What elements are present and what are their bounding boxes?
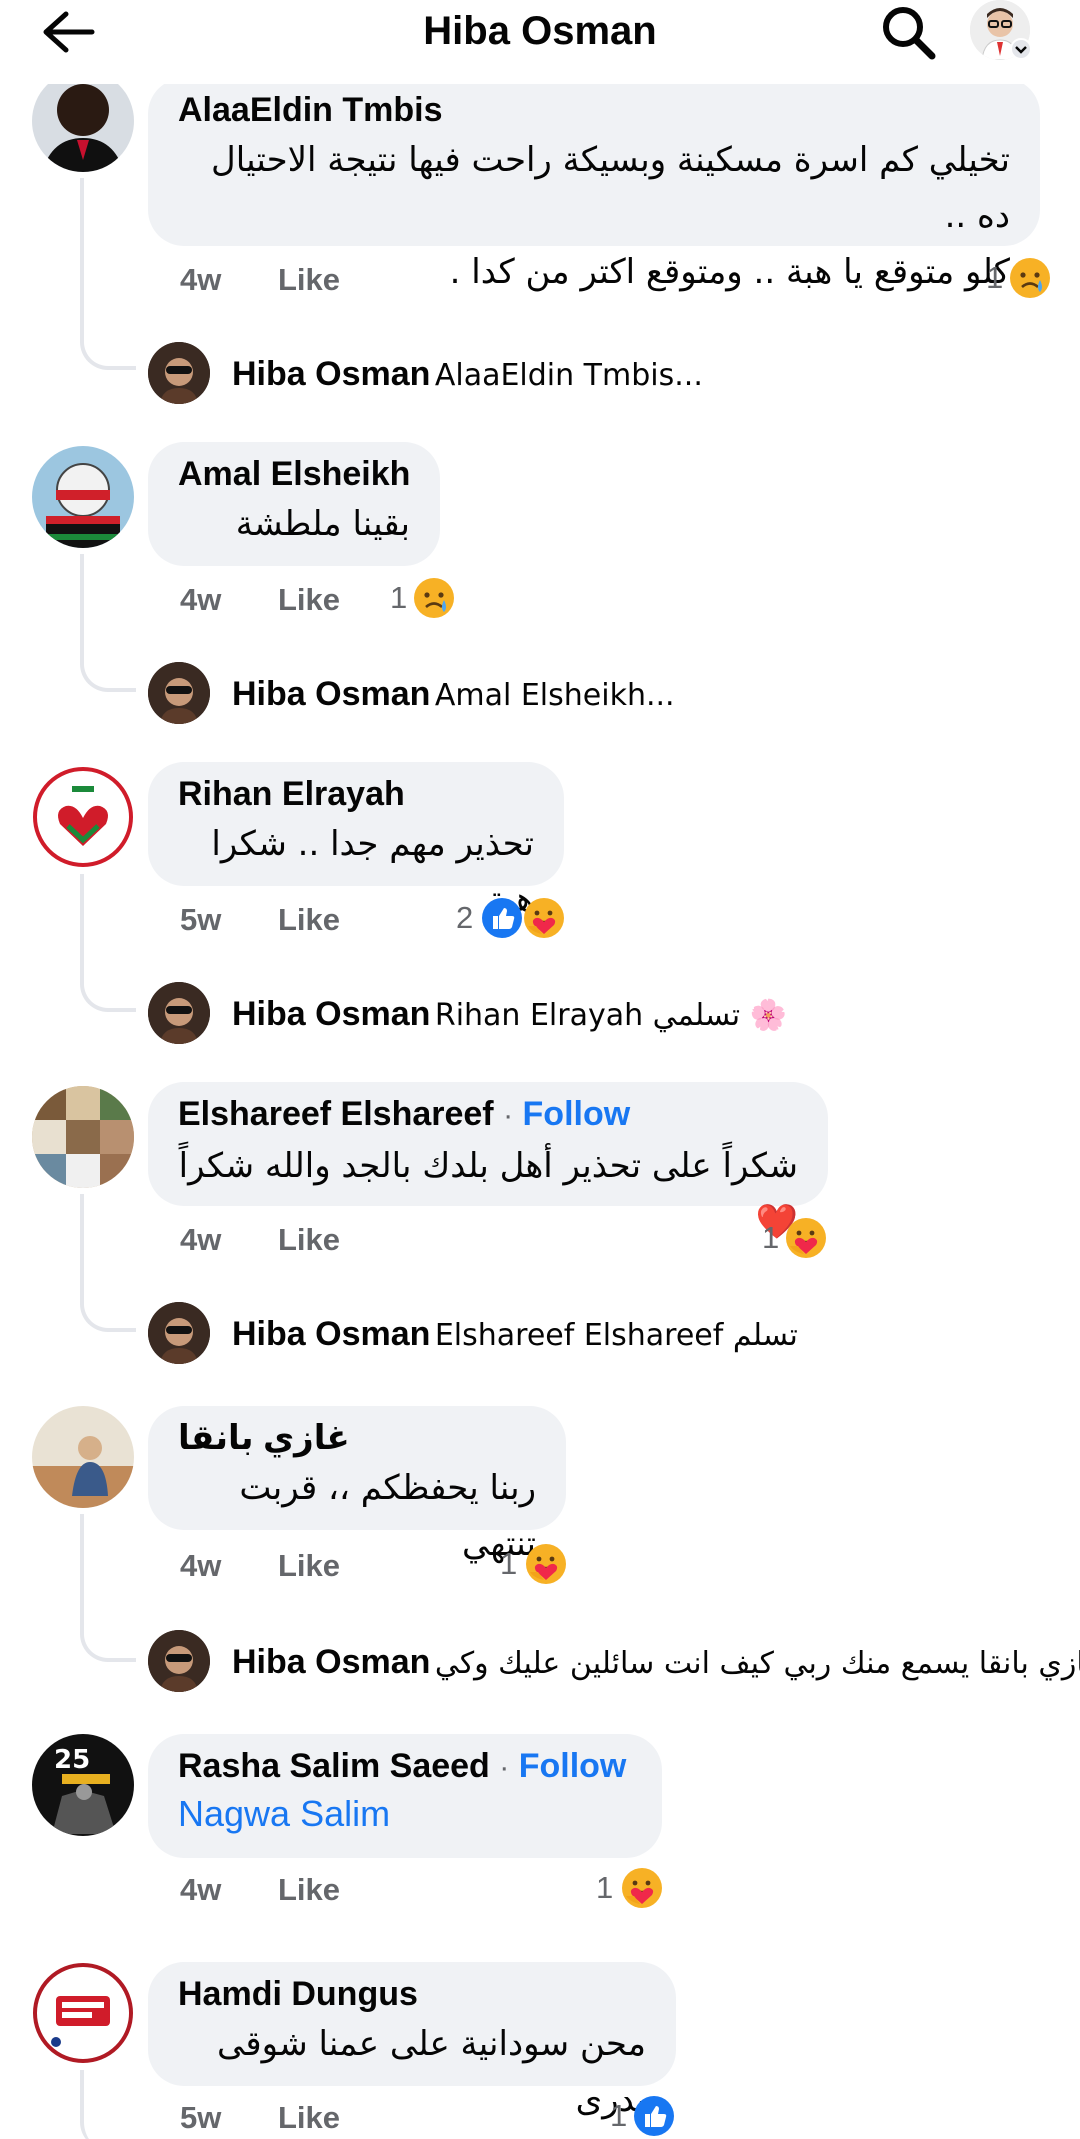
comment-time[interactable]: 4w [180, 1220, 221, 1260]
reply-preview[interactable]: Hiba Osman AlaaEldin Tmbis... [232, 352, 703, 403]
avatar[interactable] [148, 1630, 210, 1692]
comment-author[interactable]: غازي بانقا [178, 1416, 536, 1460]
avatar[interactable] [148, 662, 210, 724]
like-reaction-icon [482, 898, 522, 938]
profile-menu-button[interactable] [964, 0, 1034, 60]
comment-author-row: Rasha Salim Saeed · Follow [178, 1744, 632, 1790]
thread-line [80, 874, 136, 1012]
comment-time[interactable]: 4w [180, 1870, 221, 1910]
avatar[interactable] [148, 1302, 210, 1364]
comment-time[interactable]: 4w [180, 1546, 221, 1586]
comment-author[interactable]: Amal Elsheikh [178, 452, 410, 496]
like-button[interactable]: Like [278, 580, 340, 620]
comment-bubble[interactable]: Amal Elsheikh بقينا ملطشة [148, 442, 440, 566]
avatar[interactable] [32, 1086, 134, 1188]
avatar[interactable] [32, 1406, 134, 1508]
follow-separator: · [499, 1751, 510, 1784]
reaction-count[interactable]: 1 [500, 1544, 517, 1584]
thread-line [80, 1514, 136, 1662]
care-reaction-icon [522, 896, 566, 940]
avatar[interactable] [32, 446, 134, 548]
comment-bubble[interactable]: Elshareef Elshareef · Follow شكراً على ت… [148, 1082, 828, 1242]
search-button[interactable] [878, 2, 938, 62]
thread-line [80, 2070, 136, 2139]
comment-author[interactable]: Rasha Salim Saeed [178, 1747, 490, 1785]
comment-author[interactable]: Hamdi Dungus [178, 1972, 646, 2016]
comment-text: ربنا يحفظكم ،، قربت تنتهي [239, 1468, 536, 1564]
like-button[interactable]: Like [278, 900, 340, 940]
comment-bubble[interactable]: غازي بانقا ربنا يحفظكم ،، قربت تنتهي [148, 1406, 566, 1564]
avatar[interactable] [32, 766, 134, 868]
thread-line [80, 1194, 136, 1332]
comment-time[interactable]: 5w [180, 900, 221, 940]
comment-bubble[interactable]: Rihan Elrayah تحذير مهم جدا .. شكرا هبة [148, 762, 564, 920]
avatar[interactable] [32, 70, 134, 172]
like-button[interactable]: Like [278, 260, 340, 300]
comment-bubble[interactable]: AlaaEldin Tmbis تخيلي كم اسرة مسكينة وبس… [148, 78, 1040, 292]
reply-author[interactable]: Hiba Osman [232, 355, 430, 393]
reply-text: AlaaEldin Tmbis... [434, 358, 703, 393]
sad-reaction-icon [1008, 256, 1052, 300]
comment-text: بقينا ملطشة [235, 504, 410, 544]
comment-author[interactable]: Elshareef Elshareef [178, 1095, 494, 1133]
comment-author[interactable]: AlaaEldin Tmbis [178, 88, 1010, 132]
reply-author[interactable]: Hiba Osman [232, 1643, 430, 1681]
reaction-count[interactable]: 1 [390, 578, 407, 618]
reply-preview[interactable]: Hiba Osman Rihan Elrayah تسلمي 🌸 [232, 992, 787, 1043]
like-button[interactable]: Like [278, 1870, 340, 1910]
comment-bubble[interactable]: Hamdi Dungus محن سودانية على عمنا شوقى ب… [148, 1962, 676, 2120]
avatar[interactable] [148, 982, 210, 1044]
svg-text:25: 25 [54, 1745, 90, 1775]
follow-button[interactable]: Follow [519, 1747, 627, 1785]
top-bar: Hiba Osman [0, 0, 1080, 84]
reaction-count[interactable]: 1 [986, 258, 1003, 298]
thread-line [80, 178, 136, 370]
avatar[interactable]: 25 [32, 1734, 134, 1836]
comment-time[interactable]: 4w [180, 580, 221, 620]
reaction-count[interactable]: 1 [596, 1868, 613, 1908]
reply-author[interactable]: Hiba Osman [232, 995, 430, 1033]
avatar[interactable] [148, 342, 210, 404]
like-reaction-icon [634, 2096, 674, 2136]
comment-text: محن سودانية على عمنا شوقى بدرى [217, 2024, 646, 2120]
comment-time[interactable]: 5w [180, 2098, 221, 2138]
comment-text: شكراً على تحذير أهل بلدك بالجد والله شكر… [178, 1146, 798, 1242]
follow-separator: · [503, 1099, 514, 1132]
reply-preview[interactable]: Hiba Osman Amal Elsheikh... [232, 672, 675, 723]
avatar[interactable] [32, 1962, 134, 2064]
reaction-count[interactable]: 1 [610, 2096, 627, 2136]
like-button[interactable]: Like [278, 1546, 340, 1586]
follow-button[interactable]: Follow [523, 1095, 631, 1133]
search-icon [883, 7, 936, 60]
comment-time[interactable]: 4w [180, 260, 221, 300]
reply-preview[interactable]: Hiba Osman غازي بانقا يسمع منك ربي كيف ا… [232, 1640, 1080, 1691]
reply-text: Amal Elsheikh... [434, 678, 675, 713]
care-reaction-icon [620, 1866, 664, 1910]
comment-author-row: Elshareef Elshareef · Follow [178, 1092, 798, 1138]
reply-text: غازي بانقا يسمع منك ربي كيف انت سائلين ع… [434, 1646, 1080, 1681]
comment-bubble[interactable]: Rasha Salim Saeed · Follow Nagwa Salim [148, 1734, 662, 1858]
like-button[interactable]: Like [278, 2098, 340, 2138]
reply-author[interactable]: Hiba Osman [232, 1315, 430, 1353]
reply-text: Elshareef Elshareef تسلم [434, 1318, 798, 1353]
care-reaction-icon [524, 1542, 568, 1586]
thread-line [80, 554, 136, 692]
sad-reaction-icon [412, 576, 456, 620]
care-reaction-icon [784, 1216, 828, 1260]
comment-author[interactable]: Rihan Elrayah [178, 772, 534, 816]
mention-link[interactable]: Nagwa Salim [178, 1790, 632, 1838]
reaction-count[interactable]: 1 [762, 1218, 779, 1258]
chevron-down-icon [1010, 38, 1032, 60]
reply-preview[interactable]: Hiba Osman Elshareef Elshareef تسلم [232, 1312, 798, 1363]
reply-text: Rihan Elrayah تسلمي 🌸 [434, 998, 787, 1033]
like-button[interactable]: Like [278, 1220, 340, 1260]
reaction-count[interactable]: 2 [456, 898, 473, 938]
reply-author[interactable]: Hiba Osman [232, 675, 430, 713]
